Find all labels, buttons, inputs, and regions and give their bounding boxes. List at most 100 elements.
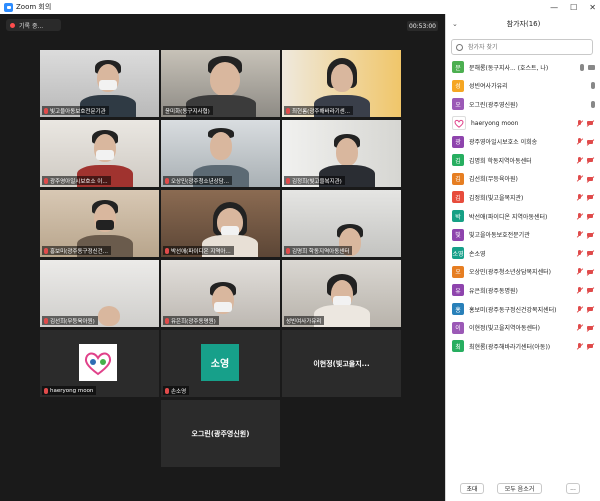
mic-muted-icon[interactable] xyxy=(577,305,583,313)
video-off-icon xyxy=(587,269,595,275)
avatar: 이 xyxy=(452,321,464,334)
invite-button[interactable]: 초대 xyxy=(460,483,484,494)
participant-status-icons xyxy=(577,231,595,238)
tile-name: 유은희(광주동명원) xyxy=(171,318,216,325)
video-off-icon xyxy=(587,343,595,349)
video-tile-active-speaker[interactable]: 성빈여사가유리 xyxy=(282,260,401,327)
video-tile[interactable]: 홍보미(광주동구정신건... xyxy=(40,190,159,257)
mic-muted-icon[interactable] xyxy=(577,119,583,127)
participant-row[interactable]: 소영 손소영 xyxy=(446,244,600,263)
participant-row[interactable]: 박 박선애(파이디온 지역아동센터) xyxy=(446,207,600,226)
chevron-down-icon[interactable]: ⌄ xyxy=(452,20,458,28)
tile-nameplate: 오상민(광주청소년상담... xyxy=(163,176,232,185)
participant-name: 박선애(파이디온 지역아동센터) xyxy=(469,213,548,221)
avatar: 광 xyxy=(452,135,464,148)
mic-icon[interactable] xyxy=(591,82,595,90)
video-off-icon xyxy=(587,194,595,200)
mic-muted-icon[interactable] xyxy=(577,342,583,350)
video-tile[interactable]: 박선애(파이디온 지역아... xyxy=(161,190,280,257)
video-tile[interactable]: 윤미화(동구지사협) xyxy=(161,50,280,117)
video-tile[interactable]: 오상민(광주청소년상담... xyxy=(161,120,280,187)
participant-row[interactable]: 문 문해롱(동구지사... (호스트, 나) xyxy=(446,58,600,77)
mic-muted-icon[interactable] xyxy=(577,231,583,238)
minimize-button[interactable]: — xyxy=(550,3,558,12)
more-button[interactable]: ... xyxy=(566,483,580,494)
avatar: 오 xyxy=(452,98,464,111)
close-button[interactable]: ✕ xyxy=(589,3,596,12)
mic-muted-icon[interactable] xyxy=(577,249,583,257)
tile-name: 빛고을아동보호전문기관 xyxy=(50,108,106,115)
participant-row[interactable]: 김 김선희(무등육아원) xyxy=(446,170,600,189)
participant-mask xyxy=(213,302,232,312)
video-tile[interactable]: 김명희 학동지역아동센터 xyxy=(282,190,401,257)
participant-status-icons xyxy=(577,249,595,257)
mic-muted-icon[interactable] xyxy=(577,138,583,145)
mic-muted-icon[interactable] xyxy=(577,193,583,201)
participant-mask xyxy=(96,220,115,230)
mic-muted-icon xyxy=(165,317,169,324)
video-tile[interactable]: haeryong moon xyxy=(40,330,159,397)
mic-muted-icon[interactable] xyxy=(577,324,583,331)
mic-muted-icon[interactable] xyxy=(577,286,583,294)
video-tile[interactable]: 최현롬(광주해바라기센... xyxy=(282,50,401,117)
video-tile[interactable]: 유은희(광주동명원) xyxy=(161,260,280,327)
recording-indicator[interactable]: 기록 중... xyxy=(6,19,61,31)
video-tile[interactable]: 김선희(무등육아원) xyxy=(40,260,159,327)
avatar: 빛 xyxy=(452,228,464,241)
video-tile[interactable]: 소영 손소영 xyxy=(161,330,280,397)
participant-row[interactable]: 오 오상민(광주청소년상담복지센터) xyxy=(446,263,600,282)
avatar: 소영 xyxy=(452,247,464,260)
participant-row[interactable]: 유 유은희(광주동명원) xyxy=(446,281,600,300)
mic-muted-icon xyxy=(165,177,169,184)
participant-name: 홍보미(광주동구정신건강복지센터) xyxy=(469,306,557,314)
participant-row[interactable]: 김 김정희(빛고을복지관) xyxy=(446,188,600,207)
mic-icon[interactable] xyxy=(591,100,595,108)
mic-muted-icon xyxy=(44,387,48,394)
panel-footer: 초대 모두 음소거 ... xyxy=(446,480,600,496)
mic-muted-icon[interactable] xyxy=(577,156,583,164)
tile-nameplate: 광주영아일시보호소 이... xyxy=(42,176,111,185)
participant-row[interactable]: haeryong moon xyxy=(446,114,600,133)
video-tile[interactable]: 이현정(빛고을지... xyxy=(282,330,401,397)
participant-name: 김명희 학동지역아동센터 xyxy=(469,157,532,165)
mic-muted-icon xyxy=(44,107,48,114)
video-tile[interactable]: 김정희(빛고을복지관) xyxy=(282,120,401,187)
video-tile[interactable]: 오그린(광주영신원) xyxy=(161,400,280,467)
participant-row[interactable]: 홍 홍보미(광주동구정신건강복지센터) xyxy=(446,300,600,319)
participant-row[interactable]: 성 성빈여사가유리 xyxy=(446,77,600,96)
participant-row[interactable]: 최 최현롬(광주해바라기센터(아동)) xyxy=(446,337,600,356)
video-tile[interactable]: 빛고을아동보호전문기관 xyxy=(40,50,159,117)
mic-muted-icon xyxy=(44,317,48,324)
tile-name: haeryong moon xyxy=(50,387,94,394)
mic-icon[interactable] xyxy=(580,63,584,71)
tile-name: 손소영 xyxy=(171,388,187,395)
avatar: 유 xyxy=(452,284,464,297)
video-off-icon xyxy=(587,325,595,331)
tile-name: 광주영아일시보호소 이... xyxy=(50,178,108,185)
participant-search[interactable] xyxy=(451,39,593,55)
participant-row[interactable]: 빛 빛고을아동보호전문기관 xyxy=(446,225,600,244)
avatar: 김 xyxy=(452,154,464,167)
heart-logo-icon xyxy=(84,352,112,375)
search-input[interactable] xyxy=(466,42,590,52)
tile-nameplate: 유은희(광주동명원) xyxy=(163,316,219,325)
participant-row[interactable]: 광 광주영아일시보호소 이희송 xyxy=(446,132,600,151)
tile-nameplate: 박선애(파이디온 지역아... xyxy=(163,246,234,255)
participant-row[interactable]: 오 오그린(광주영신원) xyxy=(446,95,600,114)
participant-face xyxy=(98,306,121,326)
mic-muted-icon[interactable] xyxy=(577,212,583,220)
participant-name: 빛고을아동보호전문기관 xyxy=(469,232,530,240)
avatar: 소영 xyxy=(201,344,239,381)
participant-name: 오상민(광주청소년상담복지센터) xyxy=(469,269,551,277)
participant-row[interactable]: 김 김명희 학동지역아동센터 xyxy=(446,151,600,170)
participant-row[interactable]: 이 이현정(빛고을지역아동센터) xyxy=(446,318,600,337)
mic-muted-icon[interactable] xyxy=(577,268,583,275)
mic-muted-icon[interactable] xyxy=(577,175,583,182)
maximize-button[interactable]: ☐ xyxy=(570,3,577,12)
avatar: 오 xyxy=(452,265,464,278)
video-tile[interactable]: 광주영아일시보호소 이... xyxy=(40,120,159,187)
participant-name: 광주영아일시보호소 이희송 xyxy=(469,139,538,147)
mute-all-button[interactable]: 모두 음소거 xyxy=(497,483,542,494)
mic-muted-icon xyxy=(165,387,169,394)
video-off-icon xyxy=(587,250,595,256)
